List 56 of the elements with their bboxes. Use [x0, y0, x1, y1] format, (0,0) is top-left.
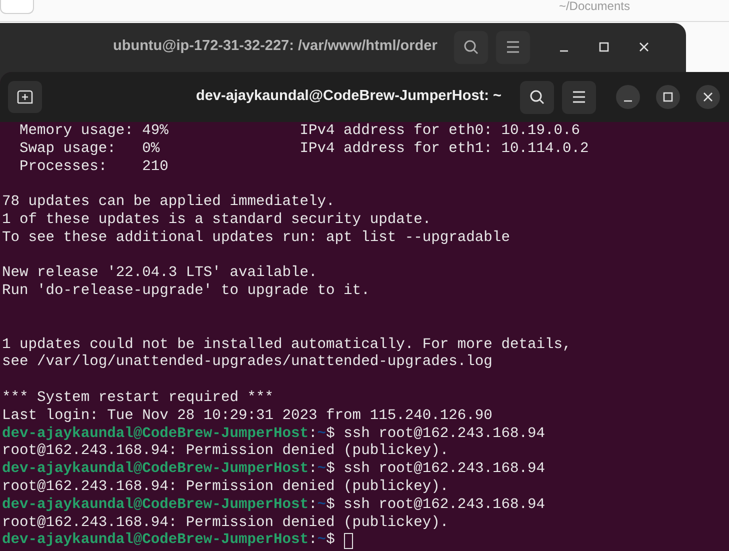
- terminal-line: Processes: 210: [18, 158, 170, 176]
- path-label: ~/Documents: [558, 0, 630, 12]
- terminal-line: Swap usage: 0% IPv4 address for eth1: 10.114.0.2: [18, 140, 590, 159]
- search-button[interactable]: [520, 80, 554, 114]
- minimize-button[interactable]: [616, 85, 640, 109]
- maximize-icon: [663, 92, 674, 102]
- terminal-command: ssh root@162.243.168.94: [342, 461, 546, 479]
- menu-button[interactable]: [496, 30, 530, 64]
- terminal-line: root@162.243.168.94: Permission denied (publickey).: [2, 443, 450, 461]
- new-tab-button[interactable]: [8, 81, 42, 113]
- terminal-line: *** System restart required ***: [2, 390, 274, 408]
- terminal-line: root@162.243.168.94: Permission denied (publickey).: [2, 478, 450, 497]
- maximize-icon: [599, 42, 610, 52]
- window-title: dev-ajaykaundal@CodeBrew-JumperHost: ~: [196, 87, 502, 106]
- terminal-line: see /var/log/unattended-upgrades/unattended-upgrades.log: [2, 354, 494, 372]
- terminal-line: Memory usage: 49% IPv4 address for eth0: 10.19.0.6: [18, 123, 582, 141]
- prompt-symbol: $: [326, 496, 335, 515]
- prompt-symbol: $: [326, 532, 335, 550]
- menu-button[interactable]: [562, 80, 596, 114]
- terminal-line: root@162.243.168.94: Permission denied (publickey).: [2, 514, 450, 532]
- window-title: ubuntu@ip-172-31-32-227: /var/www/html/order: [113, 37, 438, 56]
- prompt-user-host: dev-ajaykaundal@CodeBrew-JumperHost: [2, 426, 309, 443]
- minimize-icon: [623, 100, 634, 102]
- prompt-path: ~: [317, 426, 326, 443]
- prompt-path: ~: [317, 496, 326, 515]
- menu-icon: [572, 91, 586, 103]
- prompt-path: ~: [317, 461, 326, 479]
- search-button[interactable]: [454, 30, 488, 64]
- new-tab-icon: [17, 90, 33, 104]
- terminal-line: 1 updates could not be installed automatically. For more details,: [2, 336, 572, 354]
- search-icon: [529, 89, 546, 105]
- menu-icon: [506, 41, 520, 53]
- close-button[interactable]: [696, 85, 720, 109]
- terminal-line: New release '22.04.3 LTS' available.: [2, 265, 318, 283]
- close-icon: [639, 42, 650, 52]
- prompt-separator: :: [308, 426, 318, 443]
- maximize-button[interactable]: [656, 85, 680, 109]
- terminal-line: To see these additional updates run: apt list --upgradable: [2, 230, 511, 248]
- search-icon: [463, 39, 480, 55]
- prompt-user-host: dev-ajaykaundal@CodeBrew-JumperHost: [2, 496, 309, 515]
- terminal-line: 1 of these updates is a standard security update.: [2, 212, 432, 230]
- close-icon: [703, 92, 714, 102]
- terminal-command: ssh root@162.243.168.94: [342, 496, 546, 515]
- prompt-separator: :: [308, 461, 318, 479]
- prompt-symbol: $: [326, 461, 335, 479]
- prompt-user-host: dev-ajaykaundal@CodeBrew-JumperHost: [2, 532, 309, 550]
- prompt-separator: :: [308, 532, 318, 550]
- terminal-line: Last login: Tue Nov 28 10:29:31 2023 from 115.240.126.90: [2, 408, 494, 426]
- terminal-command: ssh root@162.243.168.94: [342, 426, 546, 443]
- prompt-path: ~: [317, 532, 326, 550]
- minimize-icon: [559, 50, 570, 52]
- prompt-separator: :: [308, 496, 318, 515]
- prompt-symbol: $: [326, 426, 335, 443]
- prompt-user-host: dev-ajaykaundal@CodeBrew-JumperHost: [2, 461, 309, 479]
- terminal-line: 78 updates can be applied immediately.: [2, 194, 336, 212]
- terminal-line: Run 'do-release-upgrade' to upgrade to it.: [2, 283, 371, 301]
